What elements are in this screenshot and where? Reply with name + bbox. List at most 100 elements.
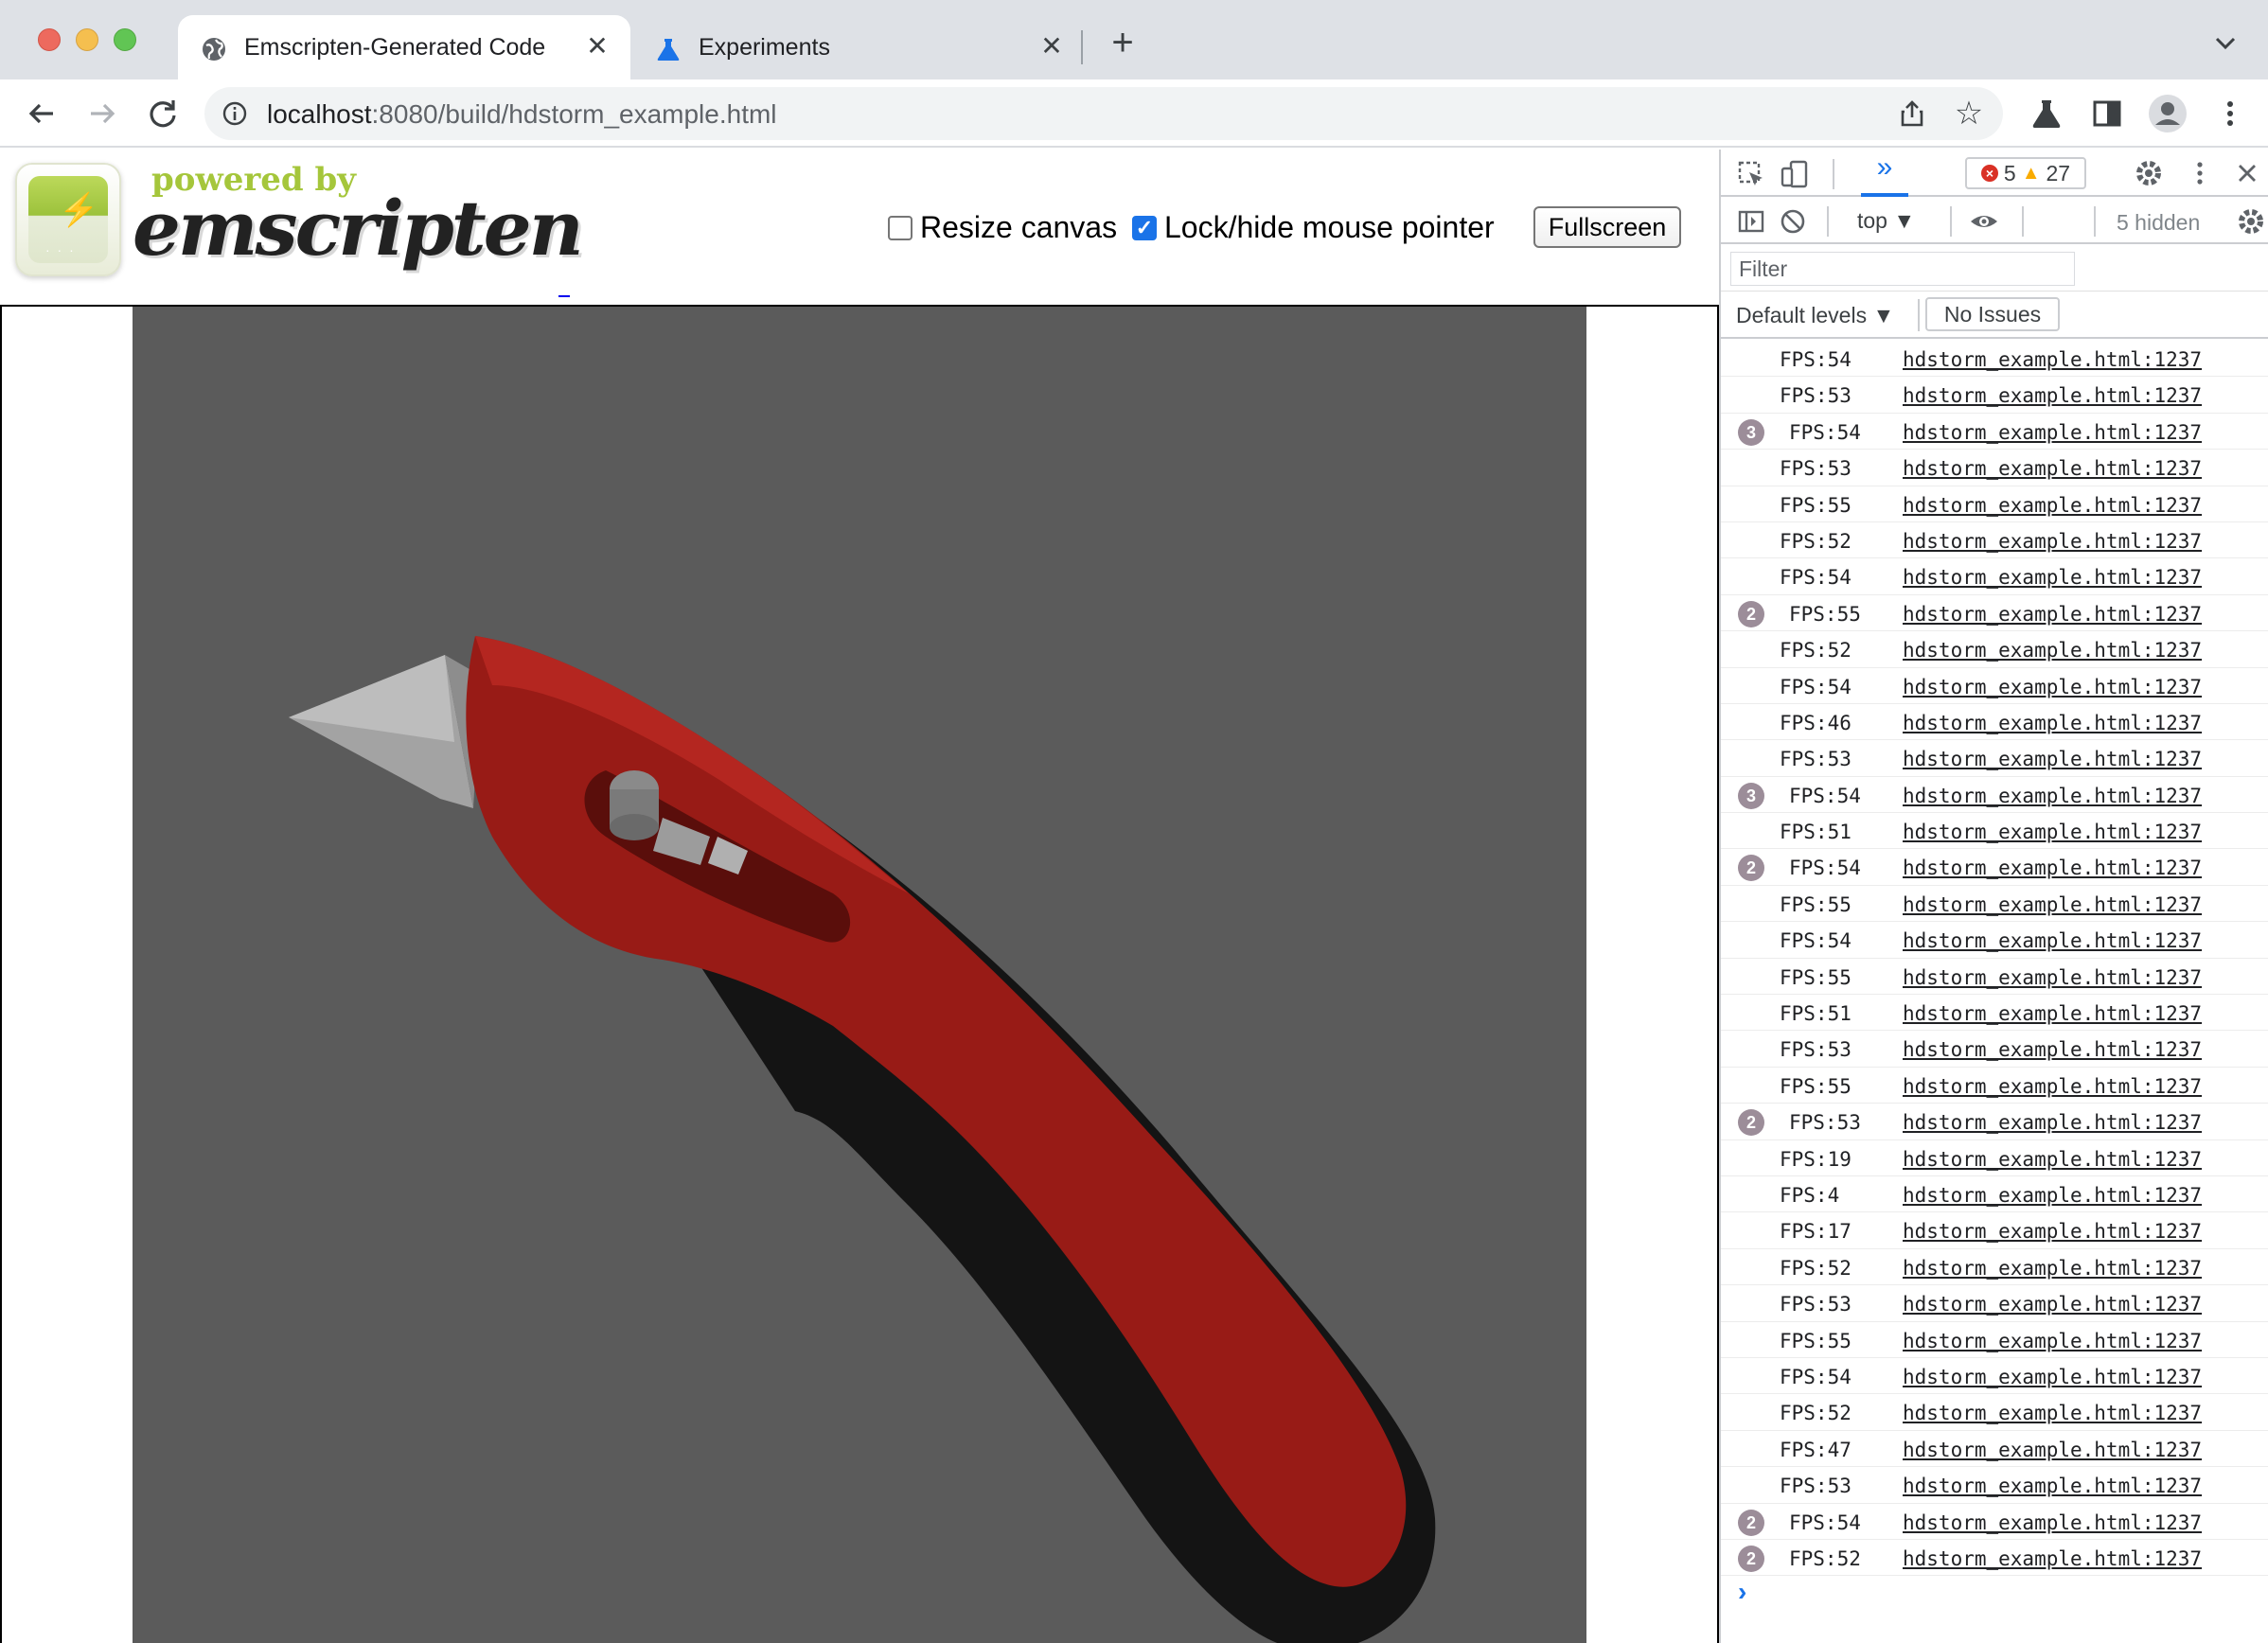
source-link[interactable]: hdstorm_example.html:1237 (1903, 457, 2202, 480)
source-link[interactable]: hdstorm_example.html:1237 (1903, 1293, 2202, 1316)
tab-experiments[interactable]: Experiments ✕ (632, 15, 1085, 80)
source-link[interactable]: hdstorm_example.html:1237 (1903, 530, 2202, 553)
browser-menu-icon[interactable] (2211, 95, 2249, 132)
source-link[interactable]: hdstorm_example.html:1237 (1903, 1366, 2202, 1388)
status-link[interactable] (558, 295, 570, 297)
source-link[interactable]: hdstorm_example.html:1237 (1903, 1475, 2202, 1497)
source-link[interactable]: hdstorm_example.html:1237 (1903, 857, 2202, 879)
toolbar-divider (1827, 206, 1829, 237)
url-text[interactable]: localhost:8080/build/hdstorm_example.htm… (267, 99, 777, 130)
console-prompt[interactable]: › (1738, 1577, 1746, 1607)
reload-icon[interactable] (144, 95, 182, 132)
logo-wordmark: emscripten (133, 184, 584, 273)
source-link[interactable]: hdstorm_example.html:1237 (1903, 821, 2202, 843)
fullscreen-button[interactable]: Fullscreen (1533, 206, 1681, 248)
source-link[interactable]: hdstorm_example.html:1237 (1903, 785, 2202, 807)
context-selector[interactable]: top ▼ (1857, 208, 1915, 234)
experiments-flask-icon[interactable] (2028, 95, 2065, 132)
source-link[interactable]: hdstorm_example.html:1237 (1903, 966, 2202, 989)
window-zoom-button[interactable] (114, 28, 136, 51)
console-message-row: FPS:52 hdstorm_example.html:1237 (1721, 522, 2268, 559)
site-info-icon[interactable] (221, 100, 248, 127)
source-link[interactable]: hdstorm_example.html:1237 (1903, 1075, 2202, 1098)
clear-console-icon[interactable] (1778, 206, 1808, 237)
console-message-row: FPS:17 hdstorm_example.html:1237 (1721, 1212, 2268, 1249)
console-messages: FPS:54 hdstorm_example.html:1237 FPS:53 hds… (1721, 341, 2268, 1577)
tab-search-icon[interactable] (2211, 28, 2240, 57)
repeat-count-badge: 3 (1738, 418, 1764, 446)
source-link[interactable]: hdstorm_example.html:1237 (1903, 1038, 2202, 1061)
forward-icon[interactable] (83, 95, 121, 132)
console-message-text: FPS:54 (1789, 784, 1861, 807)
source-link[interactable]: hdstorm_example.html:1237 (1903, 1148, 2202, 1171)
log-levels-dropdown[interactable]: Default levels ▼ (1736, 303, 1894, 328)
repeat-count-badge: 2 (1738, 1509, 1764, 1536)
lock-pointer-checkbox[interactable]: ✓ Lock/hide mouse pointer (1132, 210, 1495, 245)
console-message-text: FPS:52 (1780, 1402, 1852, 1425)
issues-button[interactable]: No Issues (1925, 297, 2060, 331)
source-link[interactable]: hdstorm_example.html:1237 (1903, 1402, 2202, 1424)
tab-emscripten[interactable]: Emscripten-Generated Code ✕ (178, 15, 630, 80)
inspect-element-icon[interactable] (1736, 159, 1766, 189)
tab-close-icon[interactable]: ✕ (583, 32, 611, 61)
source-link[interactable]: hdstorm_example.html:1237 (1903, 639, 2202, 662)
webgl-canvas[interactable] (133, 307, 1586, 1643)
console-settings-gear-icon[interactable] (2236, 206, 2266, 237)
more-panels-button[interactable]: » (1861, 151, 1908, 197)
share-icon[interactable] (1897, 98, 1927, 129)
source-link[interactable]: hdstorm_example.html:1237 (1903, 893, 2202, 916)
source-link[interactable]: hdstorm_example.html:1237 (1903, 1220, 2202, 1243)
live-expression-eye-icon[interactable] (1969, 206, 1999, 237)
source-link[interactable]: hdstorm_example.html:1237 (1903, 603, 2202, 626)
repeat-count-badge: 3 (1738, 782, 1764, 809)
devtools-menu-icon[interactable] (2185, 158, 2215, 188)
source-link[interactable]: hdstorm_example.html:1237 (1903, 1511, 2202, 1534)
devtools-close-icon[interactable] (2232, 158, 2262, 188)
source-link[interactable]: hdstorm_example.html:1237 (1903, 1111, 2202, 1134)
side-panel-icon[interactable] (2088, 95, 2126, 132)
filter-input[interactable]: Filter (1730, 252, 2075, 286)
device-toolbar-icon[interactable] (1780, 159, 1810, 189)
repeat-count-badge: 2 (1738, 1545, 1764, 1572)
source-link[interactable]: hdstorm_example.html:1237 (1903, 676, 2202, 698)
settings-gear-icon[interactable] (2134, 158, 2164, 188)
checkbox-icon[interactable] (888, 215, 913, 240)
new-tab-button[interactable]: + (1104, 24, 1142, 62)
source-link[interactable]: hdstorm_example.html:1237 (1903, 566, 2202, 589)
emscripten-logo-icon: ⚡ · · · (15, 163, 121, 276)
address-bar[interactable]: localhost:8080/build/hdstorm_example.htm… (204, 87, 2003, 140)
console-message-row: 2 FPS:52 hdstorm_example.html:1237 (1721, 1540, 2268, 1577)
console-message-row: FPS:53 hdstorm_example.html:1237 (1721, 1031, 2268, 1068)
devtools-panel: » × 5 ▲ 27 top ▼ 5 hidden Filter Default… (1719, 150, 2268, 1643)
source-link[interactable]: hdstorm_example.html:1237 (1903, 748, 2202, 770)
console-message-row: FPS:54 hdstorm_example.html:1237 (1721, 558, 2268, 595)
back-icon[interactable] (23, 95, 61, 132)
source-link[interactable]: hdstorm_example.html:1237 (1903, 494, 2202, 517)
window-close-button[interactable] (38, 28, 61, 51)
source-link[interactable]: hdstorm_example.html:1237 (1903, 384, 2202, 407)
source-link[interactable]: hdstorm_example.html:1237 (1903, 1184, 2202, 1207)
toolbar-divider (2094, 206, 2096, 237)
tab-title: Emscripten-Generated Code (244, 34, 546, 61)
issue-counts[interactable]: × 5 ▲ 27 (1965, 157, 2086, 189)
source-link[interactable]: hdstorm_example.html:1237 (1903, 1257, 2202, 1280)
source-link[interactable]: hdstorm_example.html:1237 (1903, 1330, 2202, 1352)
window-minimize-button[interactable] (76, 28, 98, 51)
source-link[interactable]: hdstorm_example.html:1237 (1903, 1547, 2202, 1570)
source-link[interactable]: hdstorm_example.html:1237 (1903, 1002, 2202, 1025)
sidebar-toggle-icon[interactable] (1736, 206, 1766, 237)
console-message-text: FPS:55 (1780, 493, 1852, 517)
toolbar-divider (2022, 206, 2024, 237)
checkbox-checked-icon[interactable]: ✓ (1132, 215, 1157, 240)
console-message-row: 2 FPS:54 hdstorm_example.html:1237 (1721, 849, 2268, 886)
bookmark-star-icon[interactable]: ☆ (1952, 97, 1986, 131)
profile-avatar-icon[interactable] (2147, 93, 2188, 134)
source-link[interactable]: hdstorm_example.html:1237 (1903, 712, 2202, 734)
source-link[interactable]: hdstorm_example.html:1237 (1903, 421, 2202, 444)
source-link[interactable]: hdstorm_example.html:1237 (1903, 348, 2202, 371)
console-message-row: FPS:53 hdstorm_example.html:1237 (1721, 1285, 2268, 1322)
source-link[interactable]: hdstorm_example.html:1237 (1903, 929, 2202, 952)
source-link[interactable]: hdstorm_example.html:1237 (1903, 1439, 2202, 1461)
tab-close-icon[interactable]: ✕ (1037, 32, 1066, 61)
resize-canvas-checkbox[interactable]: Resize canvas (888, 210, 1117, 245)
